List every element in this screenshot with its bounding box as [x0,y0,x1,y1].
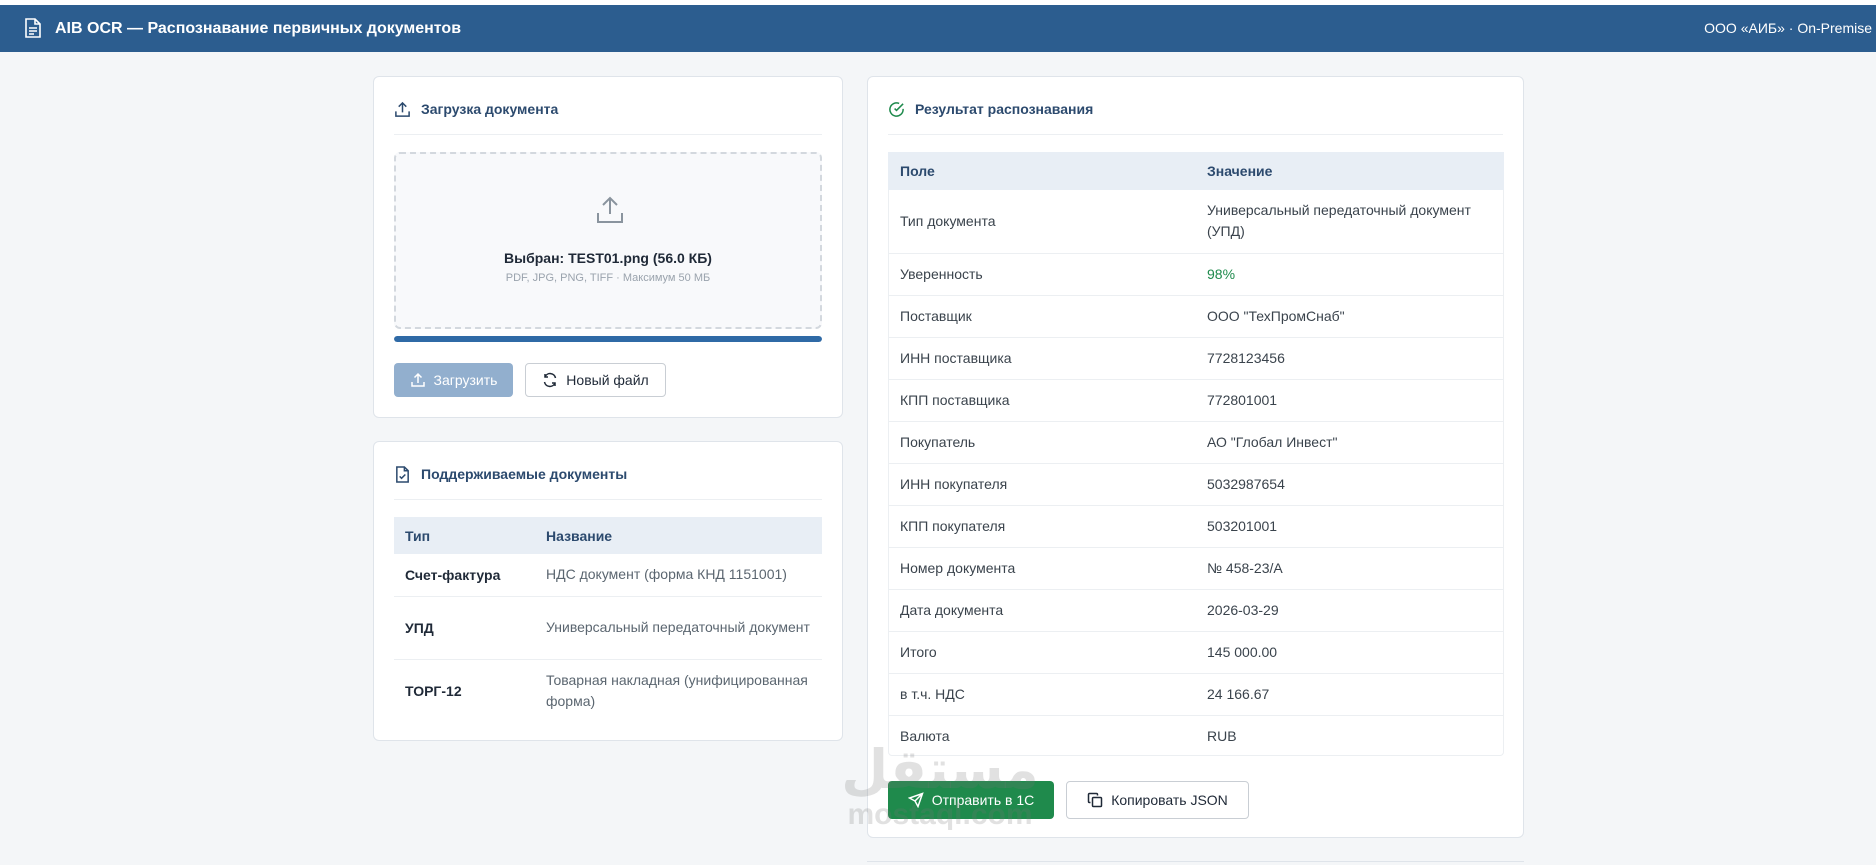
field-name-cell: ИНН поставщика [888,337,1195,380]
app-title: AIB OCR — Распознавание первичных докуме… [55,20,462,37]
doc-type-cell: УПД [394,596,535,660]
field-value-cell: RUB [1207,728,1237,745]
cloud-upload-icon [597,196,623,223]
field-name-cell: в т.ч. НДС [888,673,1195,716]
doc-name-cell: Товарная накладная (унифицированная форм… [546,671,808,709]
result-card-header: Результат распознавания [888,97,1093,121]
supported-documents-table: Тип Название Счет-фактура НДС документ (… [394,517,822,722]
table-row: Дата документа 2026-03-29 [888,589,1504,632]
upload-icon [395,101,410,117]
send-button-label: Отправить в 1С [931,792,1035,808]
table-row: УПД Универсальный передаточный документ [394,596,822,660]
copy-icon [1087,792,1103,808]
upload-card-title: Загрузка документа [421,101,559,117]
table-row: ТОРГ-12 Товарная накладная (унифицирован… [394,659,822,722]
table-row: Номер документа № 458-23/А [888,547,1504,590]
upload-button-label: Загрузить [433,372,498,388]
field-name-cell: Валюта [900,728,950,745]
upload-progress-fill [394,336,822,342]
table-row: Уверенность 98% [888,253,1504,296]
selected-file-label: Выбран: TEST01.png (56.0 КБ) [504,250,712,266]
field-name-cell: Итого [888,631,1195,674]
next-card-edge [867,861,1524,862]
field-value-cell: 24 166.67 [1195,673,1504,716]
field-name-cell: Дата документа [888,589,1195,632]
copy-json-button[interactable]: Копировать JSON [1066,781,1249,819]
document-check-icon [396,465,409,483]
field-value-cell: Универсальный передаточный документ (УПД… [1195,190,1504,254]
file-dropzone[interactable]: Выбран: TEST01.png (56.0 КБ) PDF, JPG, P… [394,152,822,329]
org-label: ООО «АИБ» · On-Premise [1704,20,1872,36]
field-value-cell: 2026-03-29 [1195,589,1504,632]
field-name-cell: Поставщик [888,295,1195,338]
field-value-cell: 5032987654 [1195,463,1504,506]
table-row: КПП покупателя 503201001 [888,505,1504,548]
document-icon [25,18,41,38]
new-file-button[interactable]: Новый файл [525,363,666,397]
upload-progress-bar [394,336,822,342]
table-row: в т.ч. НДС 24 166.67 [888,673,1504,716]
refresh-icon [544,372,557,388]
table-row: Счет-фактура НДС документ (форма КНД 115… [394,554,822,597]
app-header: AIB OCR — Распознавание первичных докуме… [0,5,1876,52]
field-name-cell: Уверенность [888,253,1195,296]
table-row: Итого 145 000.00 [888,631,1504,674]
column-header-type: Тип [394,517,535,554]
field-name-cell: ИНН покупателя [888,463,1195,506]
upload-card: Загрузка документа Выбран: TEST01.png (5… [373,76,843,418]
field-value-cell: АО "Глобал Инвест" [1195,421,1504,464]
field-value-cell: 145 000.00 [1195,631,1504,674]
table-header-row: Тип Название [394,517,822,554]
confidence-value-cell: 98% [1195,253,1504,296]
doc-type-cell: ТОРГ-12 [405,682,462,699]
copy-button-label: Копировать JSON [1111,792,1228,808]
new-file-button-label: Новый файл [566,372,649,388]
field-name-cell: КПП покупателя [888,505,1195,548]
field-value-cell: 503201001 [1195,505,1504,548]
divider [888,134,1503,135]
field-value-cell: ООО "ТехПромСнаб" [1195,295,1504,338]
column-header-name: Название [535,517,822,554]
send-to-1c-button[interactable]: Отправить в 1С [888,781,1054,819]
field-value-cell: 7728123456 [1195,337,1504,380]
recognition-result-table: Поле Значение Тип документа Универсальны… [888,152,1504,757]
table-header-row: Поле Значение [888,152,1504,190]
table-row: Покупатель АО "Глобал Инвест" [888,421,1504,464]
send-icon [907,792,924,808]
upload-card-header: Загрузка документа [394,97,558,121]
doc-type-cell: Счет-фактура [394,554,535,597]
table-row: Поставщик ООО "ТехПромСнаб" [888,295,1504,338]
upload-icon [410,372,425,387]
field-value-cell: 772801001 [1195,379,1504,422]
supported-card-title: Поддерживаемые документы [421,466,628,482]
supported-documents-card: Поддерживаемые документы Тип Название Сч… [373,441,843,741]
recognition-result-card: Результат распознавания Поле Значение Ти… [867,76,1524,838]
divider [394,134,822,135]
divider [394,499,822,500]
field-name-cell: Номер документа [888,547,1195,590]
table-row: Тип документа Универсальный передаточный… [888,190,1504,254]
table-row: ИНН поставщика 7728123456 [888,337,1504,380]
field-name-cell: Тип документа [888,190,1195,254]
check-circle-icon [889,101,904,117]
field-name-cell: КПП поставщика [888,379,1195,422]
supported-card-header: Поддерживаемые документы [394,462,627,486]
field-value-cell: № 458-23/А [1195,547,1504,590]
table-row: ИНН покупателя 5032987654 [888,463,1504,506]
result-card-title: Результат распознавания [915,101,1094,117]
column-header-value: Значение [1195,152,1504,190]
table-row: КПП поставщика 772801001 [888,379,1504,422]
doc-name-cell: НДС документ (форма КНД 1151001) [535,554,822,597]
table-row: Валюта RUB [888,715,1504,757]
column-header-field: Поле [888,152,1195,190]
doc-name-cell: Универсальный передаточный документ [535,596,822,660]
field-name-cell: Покупатель [888,421,1195,464]
upload-button[interactable]: Загрузить [394,363,513,397]
file-format-hint: PDF, JPG, PNG, TIFF · Максимум 50 МБ [505,272,711,284]
